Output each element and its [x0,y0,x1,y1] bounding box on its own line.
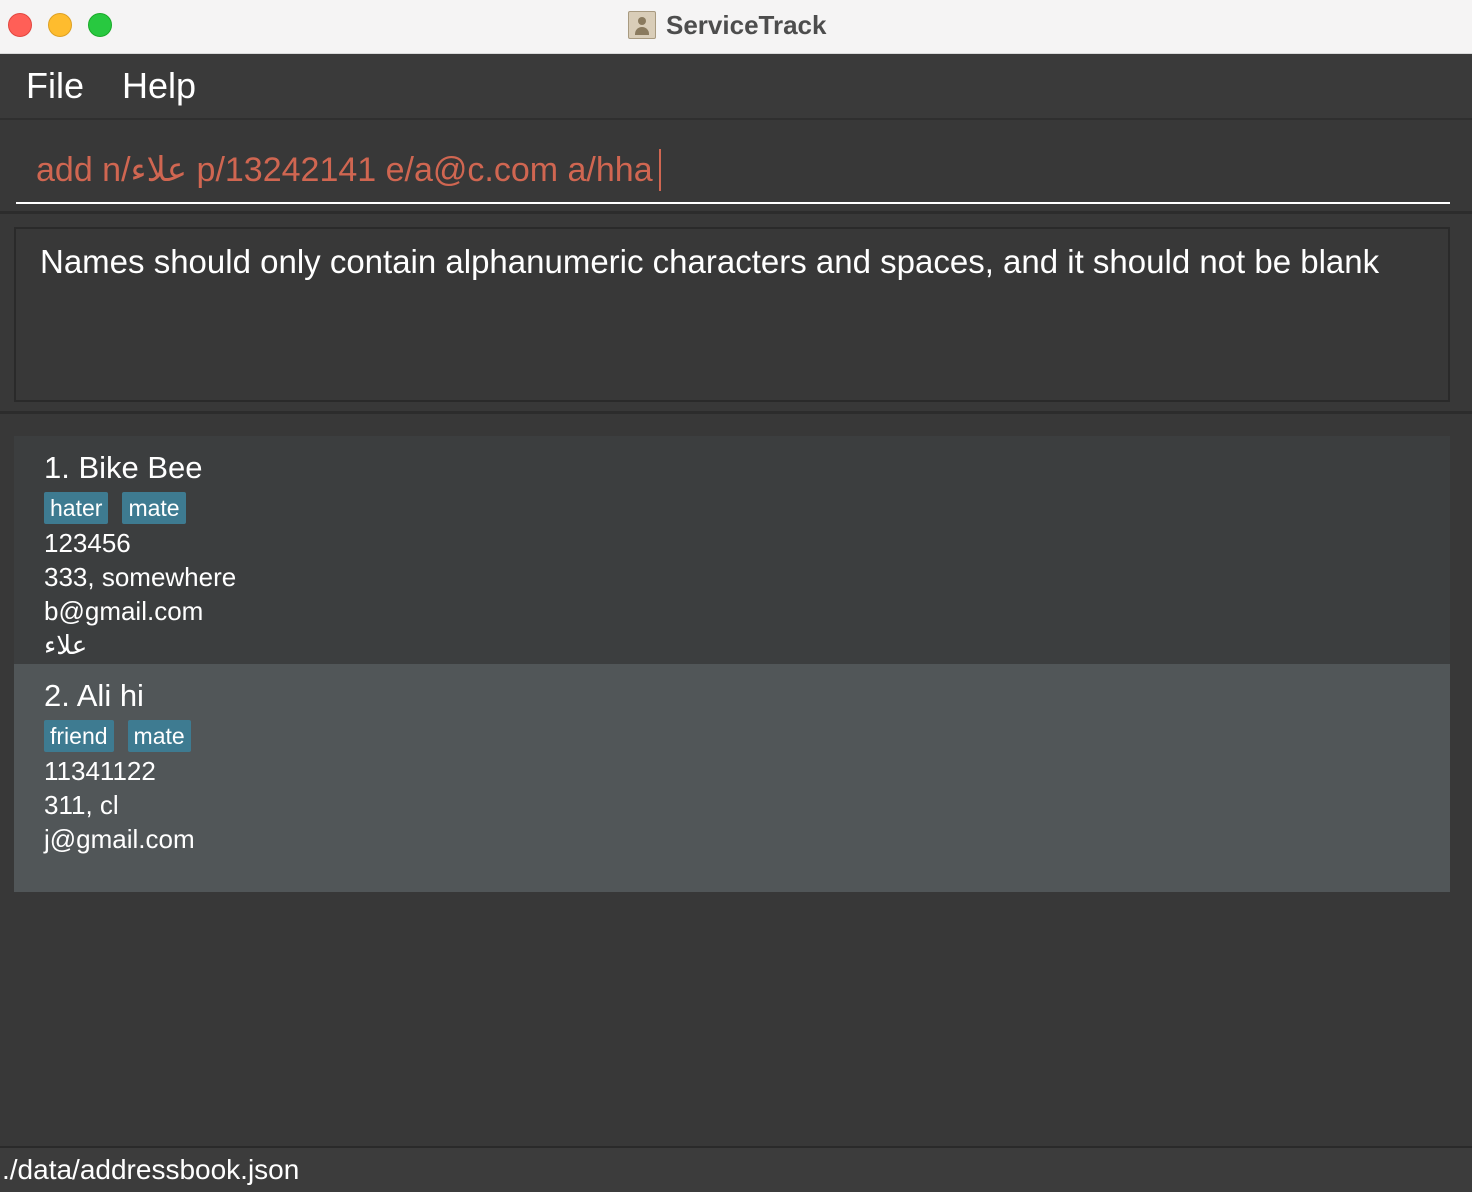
menu-bar: File Help [0,54,1472,120]
close-window-button[interactable] [8,13,32,37]
window-title: ServiceTrack [666,9,827,40]
tag-badge: friend [44,720,114,752]
text-caret [658,149,661,191]
command-input[interactable]: add n/علاء p/13242141 e/a@c.com a/hha [16,138,1450,204]
command-text: add n/علاء p/13242141 e/a@c.com a/hha [36,151,653,189]
status-bar: ./data/addressbook.json [0,1146,1472,1192]
person-address: 311, cl [44,790,119,820]
person-tags: friend mate [44,720,1420,752]
title-bar: ServiceTrack [0,0,1472,54]
person-email: j@gmail.com [44,824,195,854]
person-card[interactable]: 1. Bike Bee hater mate 123456 333, somew… [14,436,1450,664]
tag-badge: hater [44,492,109,524]
menu-file[interactable]: File [26,65,84,107]
person-name: 2. Ali hi [44,678,144,713]
tag-badge: mate [122,492,186,524]
person-card[interactable]: 2. Ali hi friend mate 11341122 311, cl j… [14,664,1450,892]
menu-help[interactable]: Help [122,65,196,107]
tag-badge: mate [127,720,191,752]
person-list[interactable]: 1. Bike Bee hater mate 123456 333, somew… [0,416,1472,1146]
person-phone: 123456 [44,528,131,558]
maximize-window-button[interactable] [88,13,112,37]
result-display[interactable]: Names should only contain alphanumeric c… [14,227,1450,402]
result-display-container: Names should only contain alphanumeric c… [0,214,1472,414]
person-tags: hater mate [44,492,1420,524]
command-box-container: add n/علاء p/13242141 e/a@c.com a/hha [0,120,1472,214]
person-address: 333, somewhere [44,562,237,592]
status-file-path: ./data/addressbook.json [2,1154,300,1185]
address-book-icon [628,11,656,39]
app-window: ServiceTrack File Help add n/علاء p/1324… [0,0,1472,1192]
minimize-window-button[interactable] [48,13,72,37]
person-name: 1. Bike Bee [44,450,203,485]
result-message: Names should only contain alphanumeric c… [40,243,1380,280]
person-extra: علاء [44,630,88,660]
window-title-group: ServiceTrack [628,9,826,41]
person-email: b@gmail.com [44,596,204,626]
person-phone: 11341122 [44,756,156,786]
